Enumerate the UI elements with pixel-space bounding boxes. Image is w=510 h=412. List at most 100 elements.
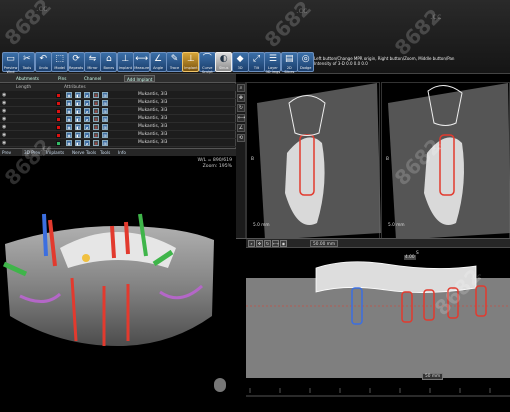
view-icon[interactable]: ◧ <box>75 132 81 138</box>
toolbar-button-preview-wnd[interactable]: ▭ Preview Wnd <box>2 52 19 74</box>
view-icon[interactable]: ◧ <box>75 92 81 98</box>
toolbar-button-tools[interactable]: ✂ Tools <box>18 52 36 72</box>
properties-icon[interactable]: ⊞ <box>102 124 108 130</box>
implant-color-swatch[interactable] <box>56 116 61 122</box>
toolbar-button-measure[interactable]: ⟷ Measure <box>133 52 151 72</box>
edit-icon[interactable]: ◈ <box>66 100 72 106</box>
diameter-icon[interactable]: ⌀ <box>84 116 90 122</box>
toolbar-button-curve-sculpt[interactable]: ⌒ Curve Sculpt <box>198 52 216 74</box>
visibility-icon[interactable]: ◉ <box>2 92 8 98</box>
diameter-icon[interactable]: ⌀ <box>84 140 90 146</box>
toolbar-button-model[interactable]: ⬚ Model <box>51 52 69 72</box>
properties-icon[interactable]: ⊞ <box>102 132 108 138</box>
measure-icon[interactable]: ⟷ <box>237 114 245 122</box>
implant-color-swatch[interactable] <box>56 140 61 146</box>
toolbar-button-repeats[interactable]: ⟳ Repeats <box>67 52 85 72</box>
edit-icon[interactable]: ◈ <box>66 108 72 114</box>
properties-icon[interactable]: ⊞ <box>102 116 108 122</box>
implant-color-swatch[interactable] <box>56 92 61 98</box>
properties-icon[interactable]: ⊞ <box>102 92 108 98</box>
toolbar-button-label: Bones <box>103 66 115 70</box>
tab-pins[interactable]: Pins <box>56 75 68 82</box>
toolbar-button-undo[interactable]: ↶ Undo <box>34 52 52 72</box>
zoom-icon[interactable]: ⌕ <box>237 84 245 92</box>
toolbar-button-mirror[interactable]: ⇋ Mirror <box>84 52 101 72</box>
edit-icon[interactable]: ◈ <box>66 132 72 138</box>
properties-icon[interactable]: ⊞ <box>102 108 108 114</box>
diameter-icon[interactable]: ⌀ <box>84 100 90 106</box>
pan-icon[interactable]: ✥ <box>256 240 263 247</box>
implant-row[interactable]: ◉ ◈ ◧ ⌀ ✕ ⊞ Mukantis, 3I3 <box>0 91 236 99</box>
corner-letter: S <box>416 251 419 256</box>
toolbar-button-bones[interactable]: ⌂ Bones <box>100 52 118 72</box>
view-icon[interactable]: ◧ <box>75 108 81 114</box>
toolbar-button-implant[interactable]: ⊥ Implant <box>182 52 200 72</box>
implant-row[interactable]: ◉ ◈ ◧ ⌀ ✕ ⊞ Mukantis, 3I3 <box>0 107 236 115</box>
reset-icon[interactable]: ⟲ <box>237 134 245 142</box>
visibility-icon[interactable]: ◉ <box>2 132 8 138</box>
toolbar-button-tilt[interactable]: ⤢ Tilt <box>248 52 265 72</box>
implant-color-swatch[interactable] <box>56 132 61 138</box>
camera-icon[interactable]: ◉ <box>280 240 287 247</box>
view-icon[interactable]: ◧ <box>75 124 81 130</box>
view-icon[interactable]: ◧ <box>75 116 81 122</box>
rotate-icon[interactable]: ↻ <box>264 240 271 247</box>
edit-icon[interactable]: ◈ <box>66 92 72 98</box>
scale-bar-label: 5.0 mm <box>253 223 270 228</box>
diameter-icon[interactable]: ⌀ <box>84 108 90 114</box>
3d-jaw-view[interactable]: W/L = 890/619 Zoom: 195% <box>0 156 236 412</box>
properties-icon[interactable]: ⊞ <box>102 140 108 146</box>
toolbar-button-angle[interactable]: ∠ Angle <box>149 52 167 72</box>
edit-icon[interactable]: ◈ <box>66 140 72 146</box>
toolbar-button-trace[interactable]: ✎ Trace <box>166 52 183 72</box>
angle-icon[interactable]: ∠ <box>237 124 245 132</box>
cross-section-right[interactable]: B 5.0 mm <box>381 82 510 240</box>
toolbar-button-sinus[interactable]: ◐ Sinus <box>215 52 233 72</box>
toolbar-button-3d[interactable]: ◆ 3D <box>231 52 249 72</box>
toolbar-button-layer-3d-imgs[interactable]: ☰ Layer 3D Imgs <box>264 52 282 74</box>
toolbar-button-implant[interactable]: ⊥ Implant <box>116 52 134 72</box>
orientation-head-icon[interactable] <box>214 378 226 392</box>
toolbar-button-2d-slices[interactable]: ▤ 2D Slices <box>280 52 298 74</box>
measure-icon[interactable]: ⟷ <box>272 240 279 247</box>
visibility-icon[interactable]: ◉ <box>2 100 8 106</box>
implant-name: Mukantis, 3I3 <box>138 132 168 137</box>
view-icon[interactable]: ◧ <box>75 100 81 106</box>
implant-row[interactable]: ◉ ◈ ◧ ⌀ ✕ ⊞ Mukantis, 3I3 <box>0 99 236 107</box>
edit-icon[interactable]: ◈ <box>66 124 72 130</box>
rotate-icon[interactable]: ↻ <box>237 104 245 112</box>
view-icon[interactable]: ◧ <box>75 140 81 146</box>
slice-thickness-field[interactable]: 50.00 mm <box>310 240 339 247</box>
implant-row[interactable]: ◉ ◈ ◧ ⌀ ✕ ⊞ Mukantis, 3I3 <box>0 123 236 131</box>
tab-abutments[interactable]: Abutments <box>14 75 41 82</box>
zoom-icon[interactable]: ⌕ <box>248 240 255 247</box>
delete-icon[interactable]: ✕ <box>93 124 99 130</box>
properties-icon[interactable]: ⊞ <box>102 100 108 106</box>
delete-icon[interactable]: ✕ <box>93 116 99 122</box>
implant-color-swatch[interactable] <box>56 100 61 106</box>
delete-icon[interactable]: ✕ <box>93 100 99 106</box>
implant-row[interactable]: ◉ ◈ ◧ ⌀ ✕ ⊞ Mukantis, 3I3 <box>0 115 236 123</box>
delete-icon[interactable]: ✕ <box>93 108 99 114</box>
delete-icon[interactable]: ✕ <box>93 92 99 98</box>
implant-color-swatch[interactable] <box>56 124 61 130</box>
delete-icon[interactable]: ✕ <box>93 132 99 138</box>
implant-color-swatch[interactable] <box>56 108 61 114</box>
toolbar-button-label: Repeats <box>69 66 84 70</box>
visibility-icon[interactable]: ◉ <box>2 108 8 114</box>
tab-channel[interactable]: Channel <box>82 75 103 82</box>
add-implant-button[interactable]: Add Implant <box>124 75 156 82</box>
implant-name: Mukantis, 3I3 <box>138 116 168 121</box>
visibility-icon[interactable]: ◉ <box>2 116 8 122</box>
diameter-icon[interactable]: ⌀ <box>84 132 90 138</box>
pan-icon[interactable]: ✥ <box>237 94 245 102</box>
visibility-icon[interactable]: ◉ <box>2 140 8 146</box>
diameter-icon[interactable]: ⌀ <box>84 92 90 98</box>
toolbar-button-dodge[interactable]: ◎ Dodge <box>297 52 315 72</box>
diameter-icon[interactable]: ⌀ <box>84 124 90 130</box>
toolbar-button-label: Preview Wnd <box>3 66 18 74</box>
visibility-icon[interactable]: ◉ <box>2 124 8 130</box>
delete-icon[interactable]: ✕ <box>93 140 99 146</box>
cross-section-left[interactable]: B 5.0 mm <box>246 82 381 240</box>
edit-icon[interactable]: ◈ <box>66 116 72 122</box>
